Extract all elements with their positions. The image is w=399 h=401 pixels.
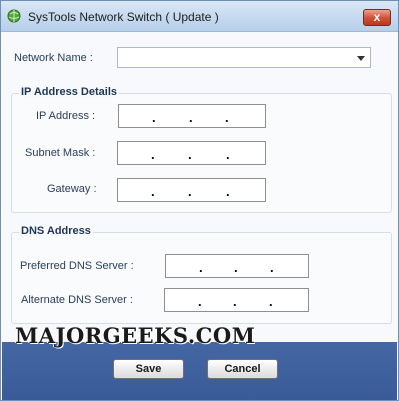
subnet-mask-input[interactable]: . . . [117, 141, 266, 165]
cancel-button[interactable]: Cancel [207, 359, 278, 379]
subnet-mask-label: Subnet Mask : [25, 147, 96, 159]
ip-dot: . [152, 110, 156, 125]
ip-dot: . [199, 260, 203, 275]
chevron-down-icon[interactable] [357, 56, 365, 61]
alternate-dns-label: Alternate DNS Server : [21, 294, 133, 306]
save-button[interactable]: Save [113, 359, 184, 379]
network-name-dropdown[interactable] [117, 47, 371, 68]
preferred-dns-input[interactable]: . . . [165, 254, 309, 278]
ip-dot: . [151, 147, 155, 162]
ip-dot: . [189, 110, 193, 125]
ip-address-label: IP Address : [36, 110, 96, 122]
ip-dot: . [225, 110, 229, 125]
alternate-dns-input[interactable]: . . . [164, 288, 309, 312]
ip-section-title: IP Address Details [19, 86, 119, 98]
ip-dot: . [226, 147, 230, 162]
ip-dot: . [188, 147, 192, 162]
network-name-label: Network Name : [14, 52, 93, 64]
close-button[interactable]: x [363, 9, 391, 26]
title-bar: SysTools Network Switch ( Update ) x [1, 1, 398, 32]
dns-section-title: DNS Address [19, 225, 93, 237]
ip-dot: . [270, 260, 274, 275]
button-footer [2, 342, 397, 400]
ip-dot: . [151, 184, 155, 199]
ip-dot: . [234, 260, 238, 275]
window-title: SysTools Network Switch ( Update ) [28, 10, 219, 24]
gateway-label: Gateway : [47, 183, 97, 195]
ip-dot: . [226, 184, 230, 199]
network-globe-icon [7, 9, 21, 23]
ip-dot: . [269, 294, 273, 309]
watermark-logo: MAJORGEEKS.COM [15, 323, 256, 348]
ip-address-input[interactable]: . . . [118, 104, 266, 128]
app-window: SysTools Network Switch ( Update ) x Net… [0, 0, 399, 401]
ip-dot: . [198, 294, 202, 309]
ip-dot: . [188, 184, 192, 199]
gateway-input[interactable]: . . . [117, 178, 266, 202]
close-icon: x [373, 10, 381, 24]
preferred-dns-label: Preferred DNS Server : [20, 260, 134, 272]
ip-dot: . [233, 294, 237, 309]
